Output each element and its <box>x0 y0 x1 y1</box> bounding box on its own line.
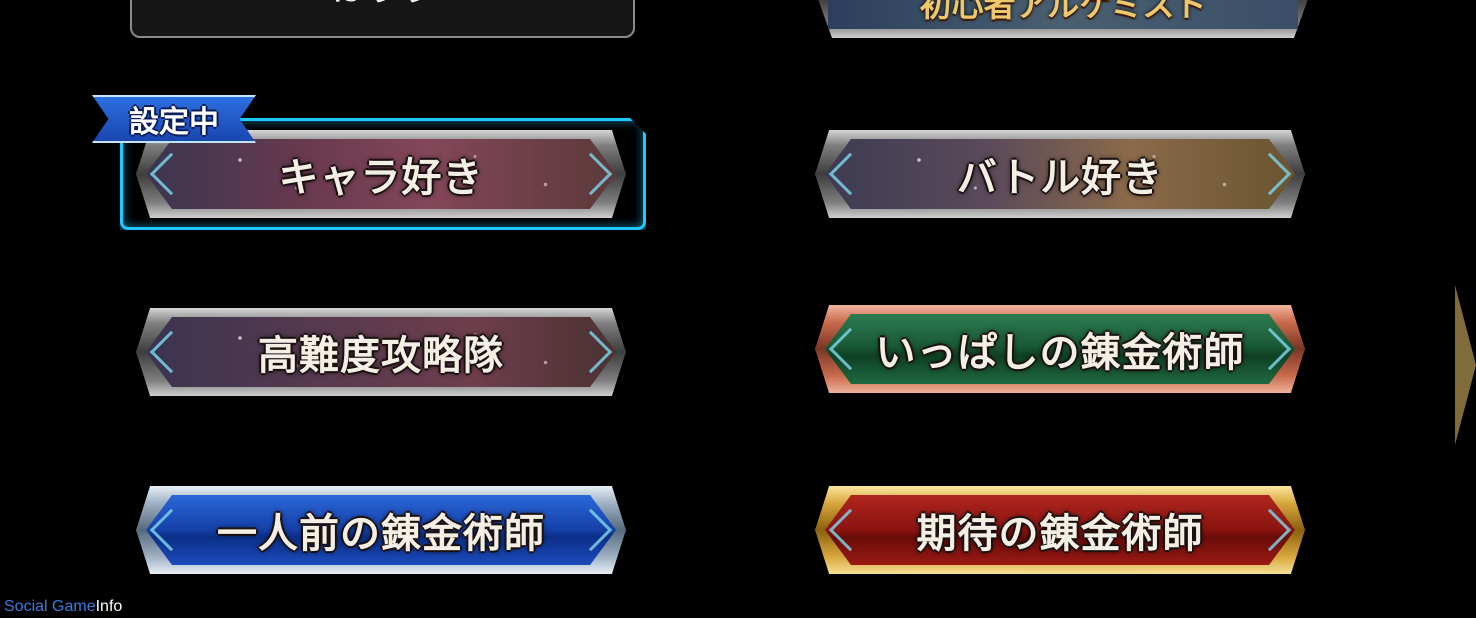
watermark: Social GameInfo <box>4 598 122 616</box>
title-plate-kounando[interactable]: 高難度攻略隊 <box>136 308 626 396</box>
selected-badge-label: 設定中 <box>129 105 219 140</box>
selected-badge: 設定中 <box>92 95 256 143</box>
title-plate-partial-left[interactable]: はりり <box>130 0 635 38</box>
title-plate-kitai[interactable]: 期待の錬金術師 <box>815 486 1305 574</box>
title-plate-battle-suki[interactable]: バトル好き <box>815 130 1305 218</box>
title-plate-label: はりり <box>132 0 633 10</box>
title-plate-label: 期待の錬金術師 <box>916 511 1204 557</box>
watermark-part1: Social Game <box>4 598 96 615</box>
title-plate-partial-right[interactable]: 初心者アルケミスト <box>818 0 1308 38</box>
next-page-arrow-icon[interactable] <box>1455 285 1476 445</box>
title-plate-label: キャラ好き <box>278 155 484 201</box>
title-plate-label: 高難度攻略隊 <box>258 333 504 379</box>
title-plate-chara-suki[interactable]: キャラ好き <box>136 130 626 218</box>
title-plate-ichininmae[interactable]: 一人前の錬金術師 <box>136 486 626 574</box>
title-plate-label: 一人前の錬金術師 <box>217 511 545 557</box>
title-plate-label: 初心者アルケミスト <box>919 0 1207 24</box>
title-plate-ippashi[interactable]: いっぱしの錬金術師 <box>815 305 1305 393</box>
title-plate-label: バトル好き <box>956 155 1164 201</box>
watermark-part2: Info <box>95 598 123 615</box>
title-plate-label: いっぱしの錬金術師 <box>875 330 1245 376</box>
